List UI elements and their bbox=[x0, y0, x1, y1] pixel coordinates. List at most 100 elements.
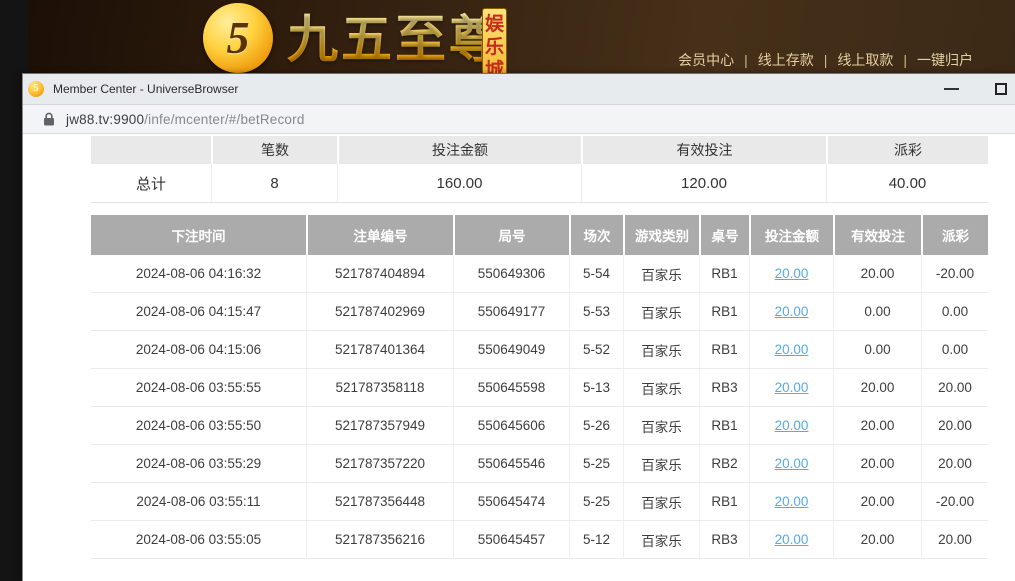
bet-header-cell-5: 桌号 bbox=[699, 215, 749, 255]
nav-separator: | bbox=[744, 52, 748, 68]
browser-app-icon-glyph: 5 bbox=[34, 84, 39, 94]
bet-cell-6: 20.00 bbox=[749, 521, 833, 559]
bet-cell-3: 5-13 bbox=[569, 369, 623, 407]
bet-cell-4: 百家乐 bbox=[623, 293, 699, 331]
bet-cell-1: 521787358118 bbox=[306, 369, 453, 407]
bet-cell-5: RB1 bbox=[699, 255, 749, 293]
summary-header-cell-1: 笔数 bbox=[211, 136, 337, 164]
brand-mark: 5 bbox=[227, 15, 250, 61]
bet-cell-7: 20.00 bbox=[833, 369, 921, 407]
bet-cell-8: 0.00 bbox=[921, 331, 988, 369]
top-nav: 会员中心|线上存款|线上取款|一键归户 bbox=[678, 50, 973, 70]
bet-cell-5: RB1 bbox=[699, 483, 749, 521]
bet-cell-2: 550645606 bbox=[453, 407, 569, 445]
table-row: 2024-08-06 03:55:05521787356216550645457… bbox=[91, 521, 988, 559]
bet-cell-3: 5-52 bbox=[569, 331, 623, 369]
bet-cell-0: 2024-08-06 03:55:11 bbox=[91, 483, 306, 521]
summary-total-cell-1: 8 bbox=[211, 164, 337, 203]
bet-header-cell-2: 局号 bbox=[453, 215, 569, 255]
bet-amount-link[interactable]: 20.00 bbox=[775, 266, 809, 281]
summary-table: 笔数投注金额有效投注派彩 总计8160.00120.0040.00 bbox=[91, 136, 988, 203]
bet-cell-4: 百家乐 bbox=[623, 445, 699, 483]
summary-total-cell-2: 160.00 bbox=[337, 164, 581, 203]
bet-cell-1: 521787357220 bbox=[306, 445, 453, 483]
bet-cell-7: 20.00 bbox=[833, 483, 921, 521]
table-row: 2024-08-06 03:55:11521787356448550645474… bbox=[91, 483, 988, 521]
bet-header-cell-6: 投注金额 bbox=[749, 215, 833, 255]
bet-cell-4: 百家乐 bbox=[623, 369, 699, 407]
bet-cell-6: 20.00 bbox=[749, 331, 833, 369]
bet-cell-5: RB1 bbox=[699, 331, 749, 369]
bet-cell-0: 2024-08-06 04:15:47 bbox=[91, 293, 306, 331]
bet-cell-8: 0.00 bbox=[921, 293, 988, 331]
bet-amount-link[interactable]: 20.00 bbox=[775, 380, 809, 395]
bet-amount-link[interactable]: 20.00 bbox=[775, 456, 809, 471]
bet-cell-8: 20.00 bbox=[921, 521, 988, 559]
page-content: 笔数投注金额有效投注派彩 总计8160.00120.0040.00 下注时间注单… bbox=[23, 134, 1015, 581]
browser-title-bar: 5 Member Center - UniverseBrowser bbox=[23, 74, 1015, 105]
table-row: 2024-08-06 03:55:50521787357949550645606… bbox=[91, 407, 988, 445]
bet-record-table: 下注时间注单编号局号场次游戏类别桌号投注金额有效投注派彩 2024-08-06 … bbox=[91, 215, 988, 559]
bet-cell-6: 20.00 bbox=[749, 407, 833, 445]
nav-link-2[interactable]: 线上取款 bbox=[837, 52, 893, 68]
address-bar[interactable]: jw88.tv:9900/infe/mcenter/#/betRecord bbox=[23, 105, 1015, 134]
bet-amount-link[interactable]: 20.00 bbox=[775, 494, 809, 509]
bet-cell-8: -20.00 bbox=[921, 483, 988, 521]
bet-cell-3: 5-12 bbox=[569, 521, 623, 559]
bet-cell-4: 百家乐 bbox=[623, 331, 699, 369]
bet-cell-4: 百家乐 bbox=[623, 521, 699, 559]
minimize-button[interactable] bbox=[935, 74, 967, 104]
bet-cell-6: 20.00 bbox=[749, 293, 833, 331]
bet-amount-link[interactable]: 20.00 bbox=[775, 532, 809, 547]
nav-link-0[interactable]: 会员中心 bbox=[678, 52, 734, 68]
browser-app-icon: 5 bbox=[28, 81, 44, 97]
bet-cell-4: 百家乐 bbox=[623, 483, 699, 521]
bet-cell-3: 5-53 bbox=[569, 293, 623, 331]
nav-separator: | bbox=[824, 52, 828, 68]
bet-cell-0: 2024-08-06 03:55:55 bbox=[91, 369, 306, 407]
bet-cell-2: 550645598 bbox=[453, 369, 569, 407]
bet-cell-6: 20.00 bbox=[749, 255, 833, 293]
bet-cell-1: 521787356216 bbox=[306, 521, 453, 559]
bet-cell-6: 20.00 bbox=[749, 369, 833, 407]
table-row: 2024-08-06 04:16:32521787404894550649306… bbox=[91, 255, 988, 293]
bet-cell-4: 百家乐 bbox=[623, 255, 699, 293]
bet-cell-2: 550649049 bbox=[453, 331, 569, 369]
bet-cell-8: 20.00 bbox=[921, 445, 988, 483]
bet-cell-6: 20.00 bbox=[749, 445, 833, 483]
table-row: 2024-08-06 03:55:29521787357220550645546… bbox=[91, 445, 988, 483]
maximize-button[interactable] bbox=[985, 74, 1015, 104]
bet-cell-3: 5-25 bbox=[569, 445, 623, 483]
table-row: 2024-08-06 03:55:55521787358118550645598… bbox=[91, 369, 988, 407]
minimize-icon bbox=[944, 88, 959, 90]
bet-header-cell-8: 派彩 bbox=[921, 215, 988, 255]
bet-cell-1: 521787356448 bbox=[306, 483, 453, 521]
bet-cell-8: 20.00 bbox=[921, 369, 988, 407]
summary-header-cell-4: 派彩 bbox=[826, 136, 988, 164]
summary-header-row: 笔数投注金额有效投注派彩 bbox=[91, 136, 988, 164]
bet-cell-5: RB3 bbox=[699, 521, 749, 559]
lock-icon bbox=[43, 112, 55, 126]
url-path: /infe/mcenter/#/betRecord bbox=[144, 112, 304, 127]
summary-total-cell-3: 120.00 bbox=[581, 164, 826, 203]
nav-link-1[interactable]: 线上存款 bbox=[758, 52, 814, 68]
bet-cell-5: RB1 bbox=[699, 293, 749, 331]
bet-cell-0: 2024-08-06 03:55:05 bbox=[91, 521, 306, 559]
bet-cell-0: 2024-08-06 04:16:32 bbox=[91, 255, 306, 293]
bet-header-cell-1: 注单编号 bbox=[306, 215, 453, 255]
bet-cell-1: 521787357949 bbox=[306, 407, 453, 445]
bet-cell-5: RB2 bbox=[699, 445, 749, 483]
table-row: 2024-08-06 04:15:47521787402969550649177… bbox=[91, 293, 988, 331]
bet-cell-7: 0.00 bbox=[833, 293, 921, 331]
bet-amount-link[interactable]: 20.00 bbox=[775, 304, 809, 319]
bet-header-cell-0: 下注时间 bbox=[91, 215, 306, 255]
bet-cell-2: 550645546 bbox=[453, 445, 569, 483]
bet-cell-2: 550649306 bbox=[453, 255, 569, 293]
bet-cell-2: 550649177 bbox=[453, 293, 569, 331]
bet-amount-link[interactable]: 20.00 bbox=[775, 342, 809, 357]
bet-cell-7: 20.00 bbox=[833, 445, 921, 483]
bet-amount-link[interactable]: 20.00 bbox=[775, 418, 809, 433]
nav-link-3[interactable]: 一键归户 bbox=[917, 52, 973, 68]
bet-cell-0: 2024-08-06 04:15:06 bbox=[91, 331, 306, 369]
brand-title: 九五至尊 bbox=[287, 10, 503, 70]
